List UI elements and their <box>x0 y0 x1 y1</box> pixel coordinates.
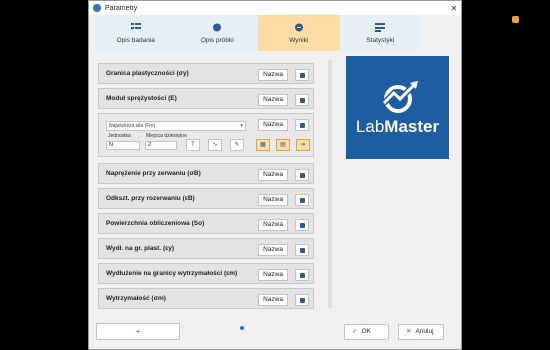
name-button[interactable]: Nazwa <box>258 69 288 81</box>
trash-icon[interactable] <box>295 119 309 131</box>
tab-opis-probki[interactable]: Opis próbki <box>177 15 259 51</box>
name-button[interactable]: Nazwa <box>258 269 288 281</box>
list-icon <box>130 22 141 29</box>
tab-label: Opis próbki <box>200 36 234 44</box>
param-row[interactable]: Wydłużenie na granicy wytrzymałości (εm)… <box>98 263 314 284</box>
trash-icon[interactable] <box>295 219 309 231</box>
labmaster-logo: LabMaster <box>346 56 449 159</box>
tab-bar: Opis badania Opis próbki Wyniki Statysty… <box>95 15 421 51</box>
link-icon[interactable]: ∿ <box>208 139 222 151</box>
param-row[interactable]: Granica plastyczności (σy) Nazwa <box>98 63 314 84</box>
logo-text: LabMaster <box>355 116 440 136</box>
param-row[interactable]: Wytrzymałość (σm) Nazwa <box>98 288 314 309</box>
decimals-stepper[interactable]: 2 <box>145 141 177 150</box>
tab-wyniki[interactable]: Wyniki <box>258 15 340 51</box>
add-button[interactable]: + <box>96 323 180 340</box>
tab-label: Opis badania <box>116 36 155 44</box>
name-button[interactable]: Nazwa <box>258 94 288 106</box>
decimals-label: Miejsca dziesiętne <box>146 133 187 139</box>
scrollbar[interactable] <box>328 60 332 308</box>
trash-icon[interactable] <box>295 69 309 81</box>
trash-icon[interactable] <box>295 269 309 281</box>
unit-label: Jednostka <box>108 133 131 139</box>
export-icon[interactable]: ➔ <box>296 139 310 151</box>
param-row[interactable]: Wydł. na gr. plast. (εy) Nazwa <box>98 238 314 259</box>
tab-opis-badania[interactable]: Opis badania <box>95 15 177 51</box>
logo-mark-icon <box>381 80 418 113</box>
cancel-button[interactable]: ✕ Anuluj <box>398 324 444 340</box>
tab-label: Statystyki <box>366 36 395 44</box>
trash-icon[interactable] <box>295 194 309 206</box>
results-icon <box>294 23 303 31</box>
ok-button[interactable]: ✓ OK <box>344 324 389 340</box>
name-button[interactable]: Nazwa <box>258 119 288 131</box>
tool-icon[interactable]: ✎ <box>230 139 244 151</box>
name-button[interactable]: Nazwa <box>258 194 288 206</box>
name-button[interactable]: Nazwa <box>258 294 288 306</box>
unit-select[interactable]: N <box>106 141 140 150</box>
param-row[interactable]: Powierzchnia obliczeniowa (So) Nazwa <box>98 213 314 234</box>
tab-label: Wyniki <box>289 36 309 44</box>
app-icon <box>93 4 101 12</box>
page-indicator <box>240 326 244 330</box>
close-icon[interactable]: ✕ <box>447 4 461 13</box>
grid-icon[interactable]: ▦ <box>256 139 270 151</box>
trash-icon[interactable] <box>295 244 309 256</box>
close-icon: ✕ <box>406 328 412 335</box>
name-button[interactable]: Nazwa <box>258 169 288 181</box>
lock-icon[interactable] <box>512 16 519 23</box>
tab-statystyki[interactable]: Statystyki <box>340 15 422 51</box>
window-title: Parametry <box>105 4 138 12</box>
text-format-icon[interactable]: T <box>186 139 200 151</box>
param-row[interactable]: Naprężenie przy zerwaniu (σB) Nazwa <box>98 163 314 184</box>
trash-icon[interactable] <box>295 169 309 181</box>
name-button[interactable]: Nazwa <box>258 244 288 256</box>
table-info-icon[interactable]: ▤ <box>276 139 290 151</box>
sample-icon <box>213 23 222 31</box>
param-row[interactable]: Moduł sprężystości (E) Nazwa <box>98 88 314 109</box>
check-icon: ✓ <box>352 328 358 335</box>
trash-icon[interactable] <box>295 94 309 106</box>
quantity-select[interactable]: Największa siła (Fm) ▾ <box>106 121 246 131</box>
trash-icon[interactable] <box>295 294 309 306</box>
param-row[interactable]: Odkszt. przy rozerwaniu (εB) Nazwa <box>98 188 314 209</box>
title-bar: Parametry ✕ <box>89 1 461 15</box>
statistics-icon <box>375 22 386 32</box>
name-button[interactable]: Nazwa <box>258 219 288 231</box>
chevron-down-icon: ▾ <box>240 123 243 129</box>
expanded-param-row: Największa siła (Fm) ▾ Nazwa Jednostka M… <box>98 113 314 157</box>
